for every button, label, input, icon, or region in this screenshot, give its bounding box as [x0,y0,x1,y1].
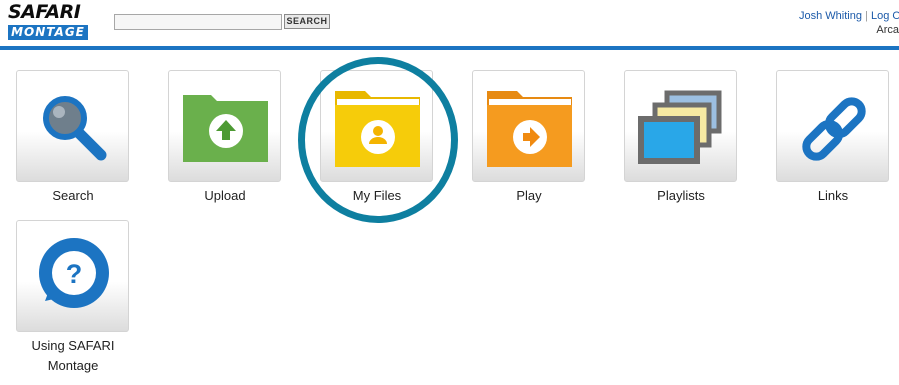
svg-text:?: ? [66,259,83,289]
tile-search[interactable] [16,70,129,182]
safari-montage-logo[interactable]: SAFARI MONTAGE [8,1,92,41]
tile-playlists-label: Playlists [657,188,705,203]
user-name-link[interactable]: Josh Whiting [799,10,862,22]
tile-links-label: Links [817,188,849,203]
tile-play-label: Play [516,188,542,203]
tile-play[interactable] [472,70,585,182]
upload-folder-icon [183,95,268,162]
tile-help-label: Using SAFARI Montage [3,336,143,376]
user-separator: | [861,10,871,22]
header: SAFARI MONTAGE SEARCH Josh Whiting | Log… [0,0,899,46]
tile-upload-label: Upload [204,188,246,203]
tile-help-label-line2: Montage [47,358,99,373]
play-folder-icon [487,91,572,167]
logo-safari-text: SAFARI [8,1,81,23]
tile-search-label: Search [52,188,94,203]
tile-help-label-line1: Using SAFARI [31,338,115,353]
playlists-icon [638,90,722,164]
tile-help[interactable]: ? [16,220,129,332]
help-bubble-icon: ? [39,238,109,308]
magnifier-icon [43,96,107,161]
user-org: Arca [876,24,899,36]
highlight-circle [298,57,458,223]
tile-links[interactable] [776,70,889,182]
tile-upload[interactable] [168,70,281,182]
logo-montage-text: MONTAGE [8,25,88,40]
link-icon [802,97,866,161]
tile-playlists[interactable] [624,70,737,182]
search-input[interactable] [114,14,282,30]
header-divider [0,46,899,50]
logout-link[interactable]: Log O [871,10,899,22]
search-button[interactable]: SEARCH [284,14,330,29]
user-area: Josh Whiting | Log O Arca [799,9,899,37]
